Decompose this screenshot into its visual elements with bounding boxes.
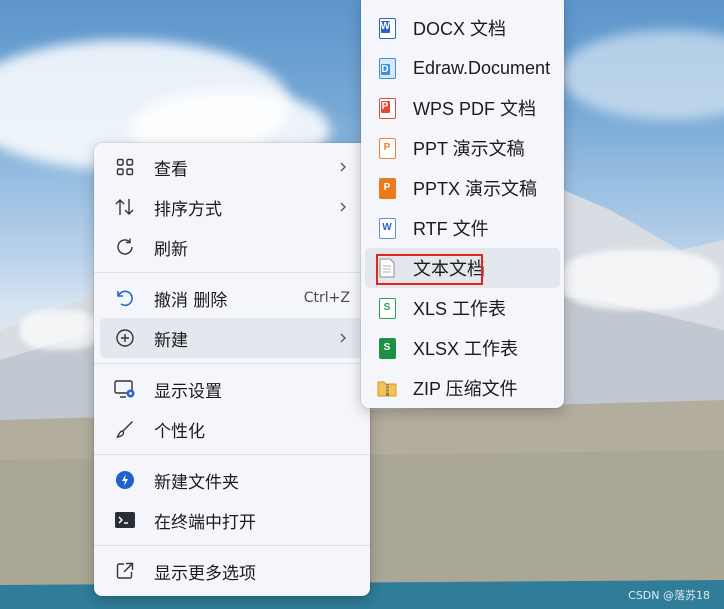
menu-item-label: 个性化 [154,421,205,442]
menu-item-refresh[interactable]: 刷新 [100,227,364,267]
chevron-right-icon [340,333,346,343]
brush-icon [114,418,136,440]
submenu-item-wps-pdf[interactable]: P WPS PDF 文档 [365,88,560,128]
terminal-icon [114,509,136,531]
submenu-item-text-document[interactable]: 文本文档 [365,248,560,288]
word-doc-icon: W [377,17,397,39]
chevron-right-icon [340,162,346,172]
menu-item-view[interactable]: 查看 [100,147,364,187]
ppt-icon: P [377,137,397,159]
file-type-letter: W [380,20,390,33]
submenu-item-label: WPS PDF 文档 [413,99,537,119]
submenu-item-zip[interactable]: ZIP 压缩文件 [365,368,560,408]
text-document-icon [377,257,397,279]
shortcut-ctrl-z: Ctrl+Z [303,290,350,306]
submenu-item-label: Edraw.Document [413,57,551,78]
display-settings-icon [114,378,136,400]
menu-item-label: 在终端中打开 [154,512,256,533]
rtf-icon: W [377,217,397,239]
menu-item-label: 查看 [154,159,188,180]
menu-item-label: 新建 [154,330,188,351]
submenu-item-label: RTF 文件 [413,219,489,239]
submenu-item-label: PPTX 演示文稿 [413,179,538,199]
desktop-context-menu: 查看 排序方式 刷新 撤消 删除 Ctrl+Z 新建 显示设置 个性化 新建文件… [94,143,370,596]
menu-separator [94,454,370,455]
menu-item-new[interactable]: 新建 [100,318,364,358]
file-type-letter: W [382,221,392,233]
menu-item-label: 撤消 删除 [154,290,228,311]
chevron-right-icon [340,202,346,212]
submenu-item-ppt[interactable]: P PPT 演示文稿 [365,128,560,168]
refresh-icon [114,236,136,258]
edge-compass-icon [114,469,136,491]
file-type-letter: P [380,100,390,113]
submenu-item-xls[interactable]: S XLS 工作表 [365,288,560,328]
submenu-item-label: 文本文档 [413,259,485,279]
file-type-letter: P [383,141,391,153]
external-link-icon [114,560,136,582]
submenu-item-edraw[interactable]: D Edraw.Document [365,48,560,88]
submenu-item-label: XLSX 工作表 [413,339,519,359]
menu-item-label: 刷新 [154,239,188,260]
sort-icon [114,196,136,218]
plus-circle-icon [114,327,136,349]
submenu-item-label: XLS 工作表 [413,299,507,319]
file-type-letter: S [383,341,391,353]
menu-item-undo-delete[interactable]: 撤消 删除 Ctrl+Z [100,278,364,318]
menu-item-display-settings[interactable]: 显示设置 [100,369,364,409]
menu-item-sort[interactable]: 排序方式 [100,187,364,227]
menu-item-personalize[interactable]: 个性化 [100,409,364,449]
menu-item-label: 排序方式 [154,199,222,220]
submenu-item-docx[interactable]: W DOCX 文档 [365,8,560,48]
submenu-item-label: ZIP 压缩文件 [413,379,518,399]
file-type-letter: D [380,63,390,75]
edraw-icon: D [377,57,397,79]
undo-icon [114,287,136,309]
menu-separator [94,272,370,273]
menu-item-show-more-options[interactable]: 显示更多选项 [100,551,364,591]
xlsx-icon: S [377,337,397,359]
menu-item-label: 显示更多选项 [154,563,256,584]
xls-icon: S [377,297,397,319]
menu-item-open-terminal[interactable]: 在终端中打开 [100,500,364,540]
submenu-item-label: DOCX 文档 [413,19,507,39]
pdf-icon: P [377,97,397,119]
pptx-icon: P [377,177,397,199]
menu-separator [94,363,370,364]
menu-item-label: 新建文件夹 [154,472,239,493]
submenu-item-pptx[interactable]: P PPTX 演示文稿 [365,168,560,208]
submenu-item-xlsx[interactable]: S XLSX 工作表 [365,328,560,368]
zip-folder-icon [377,377,397,399]
submenu-item-label: PPT 演示文稿 [413,139,525,159]
grid-icon [114,156,136,178]
menu-item-new-folder[interactable]: 新建文件夹 [100,460,364,500]
csdn-watermark: CSDN @落苏18 [628,589,710,602]
file-type-letter: S [383,301,391,313]
menu-separator [94,545,370,546]
new-submenu: W DOCX 文档 D Edraw.Document P WPS PDF 文档 … [361,0,564,408]
file-type-letter: P [383,181,391,193]
submenu-item-rtf[interactable]: W RTF 文件 [365,208,560,248]
menu-item-label: 显示设置 [154,381,222,402]
